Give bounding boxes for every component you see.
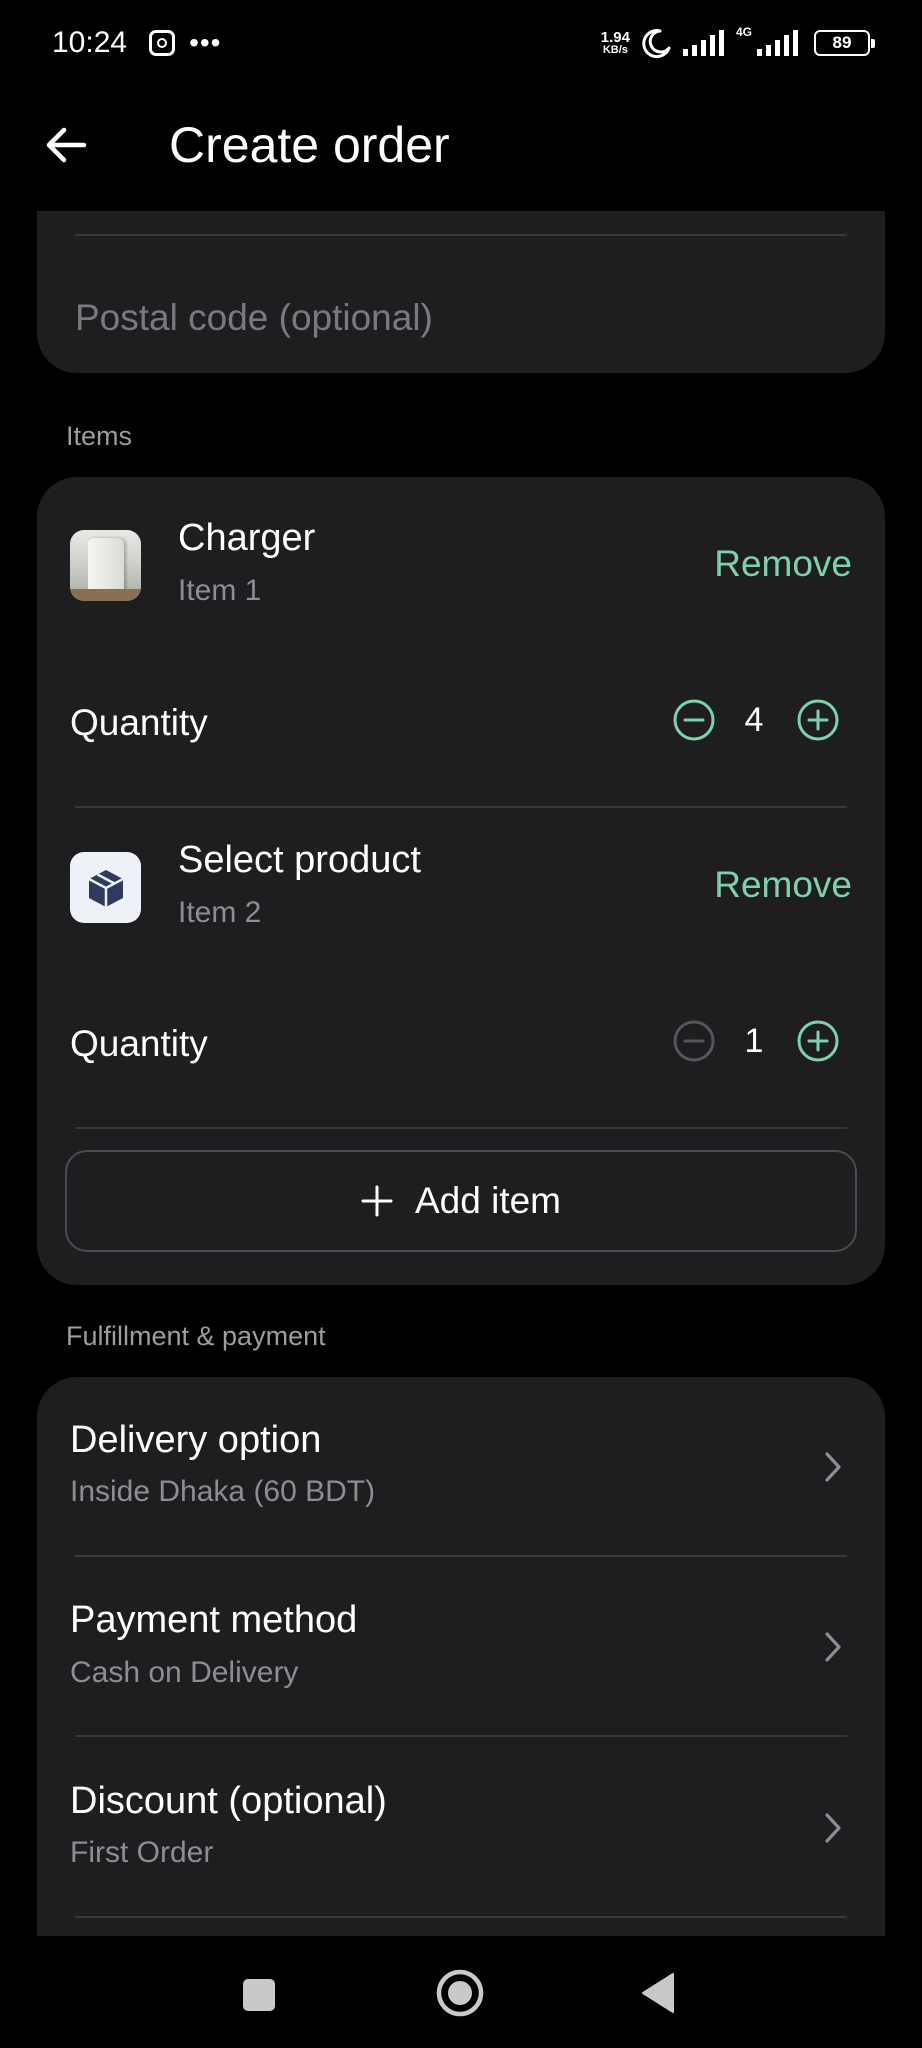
address-card xyxy=(37,211,885,373)
chevron-right-icon xyxy=(821,1810,845,1846)
decrease-quantity-button[interactable] xyxy=(672,1019,716,1063)
battery-level: 89 xyxy=(832,33,852,52)
item-subtitle: Item 1 xyxy=(178,574,262,607)
plus-circle-icon xyxy=(797,699,839,741)
system-navigation-bar xyxy=(0,1936,922,2048)
chevron-right-icon xyxy=(821,1629,845,1665)
package-box-icon xyxy=(87,869,124,907)
network-type: 4G xyxy=(735,25,752,39)
signal-strength-icon xyxy=(682,30,724,56)
network-speed-value: 1.94 xyxy=(600,29,630,46)
minus-circle-icon xyxy=(673,699,715,741)
row-value: Inside Dhaka (60 BDT) xyxy=(70,1475,376,1508)
add-item-button[interactable]: Add item xyxy=(65,1150,857,1252)
back-nav-button[interactable] xyxy=(640,1972,676,2019)
items-card: Charger Item 1 Remove Quantity 4 Select … xyxy=(37,477,885,1285)
triangle-back-icon xyxy=(642,1973,674,2013)
page-title: Create order xyxy=(169,117,450,173)
divider xyxy=(75,234,847,236)
delivery-option-row[interactable] xyxy=(37,1377,885,1557)
plus-circle-icon xyxy=(797,1020,839,1062)
minus-circle-icon xyxy=(673,1020,715,1062)
divider xyxy=(75,1916,847,1918)
discount-row[interactable] xyxy=(37,1737,885,1917)
divider xyxy=(75,1127,847,1129)
row-value: First Order xyxy=(70,1836,214,1869)
network-speed: 1.94 KB/s xyxy=(601,30,630,56)
quantity-value: 1 xyxy=(744,1022,764,1060)
fulfillment-card: Delivery option Inside Dhaka (60 BDT) Pa… xyxy=(37,1377,885,1936)
row-title: Discount (optional) xyxy=(70,1780,387,1822)
home-button[interactable] xyxy=(435,1968,485,2023)
payment-method-row[interactable] xyxy=(37,1557,885,1737)
status-bar: 10:24 ••• 1.94 KB/s 4G 89 xyxy=(0,0,922,86)
product-image xyxy=(70,530,141,601)
quantity-value: 4 xyxy=(744,701,764,739)
order-form[interactable]: Items Charger Item 1 Remove Quantity 4 xyxy=(0,211,922,1936)
arrow-left-icon xyxy=(46,127,87,163)
divider xyxy=(75,806,847,808)
item-subtitle: Item 2 xyxy=(178,896,262,929)
row-title: Delivery option xyxy=(70,1419,322,1461)
item-name[interactable]: Select product xyxy=(178,839,421,882)
do-not-disturb-moon-icon xyxy=(642,29,671,59)
row-value: Cash on Delivery xyxy=(70,1656,299,1689)
increase-quantity-button[interactable] xyxy=(796,1019,840,1063)
battery-icon: 89 xyxy=(814,30,875,56)
app-bar: Create order xyxy=(0,100,922,190)
signal-strength-2-icon xyxy=(757,30,798,56)
back-button[interactable] xyxy=(36,115,96,175)
items-section-label: Items xyxy=(66,421,133,451)
increase-quantity-button[interactable] xyxy=(796,698,840,742)
row-title: Payment method xyxy=(70,1599,358,1641)
product-placeholder-image xyxy=(70,852,141,923)
decrease-quantity-button[interactable] xyxy=(672,698,716,742)
home-circle-icon xyxy=(436,1969,484,2017)
add-item-label: Add item xyxy=(414,1180,561,1221)
plus-icon xyxy=(361,1185,393,1217)
status-time: 10:24 xyxy=(52,26,128,59)
fulfillment-section-label: Fulfillment & payment xyxy=(66,1321,326,1351)
quantity-label: Quantity xyxy=(70,702,208,743)
quantity-label: Quantity xyxy=(70,1023,208,1064)
status-indicators: 1.94 KB/s 4G 89 xyxy=(601,25,875,59)
item-name: Charger xyxy=(178,517,316,559)
recents-button[interactable] xyxy=(242,1978,276,2017)
instagram-notification-icon xyxy=(149,30,176,56)
remove-item-button[interactable]: Remove xyxy=(714,864,852,906)
remove-item-button[interactable]: Remove xyxy=(714,543,852,585)
chevron-right-icon xyxy=(821,1449,845,1485)
postal-code-input[interactable] xyxy=(75,283,847,353)
square-icon xyxy=(243,1979,275,2011)
network-speed-unit: KB/s xyxy=(602,44,628,56)
more-notifications-icon: ••• xyxy=(189,27,222,58)
